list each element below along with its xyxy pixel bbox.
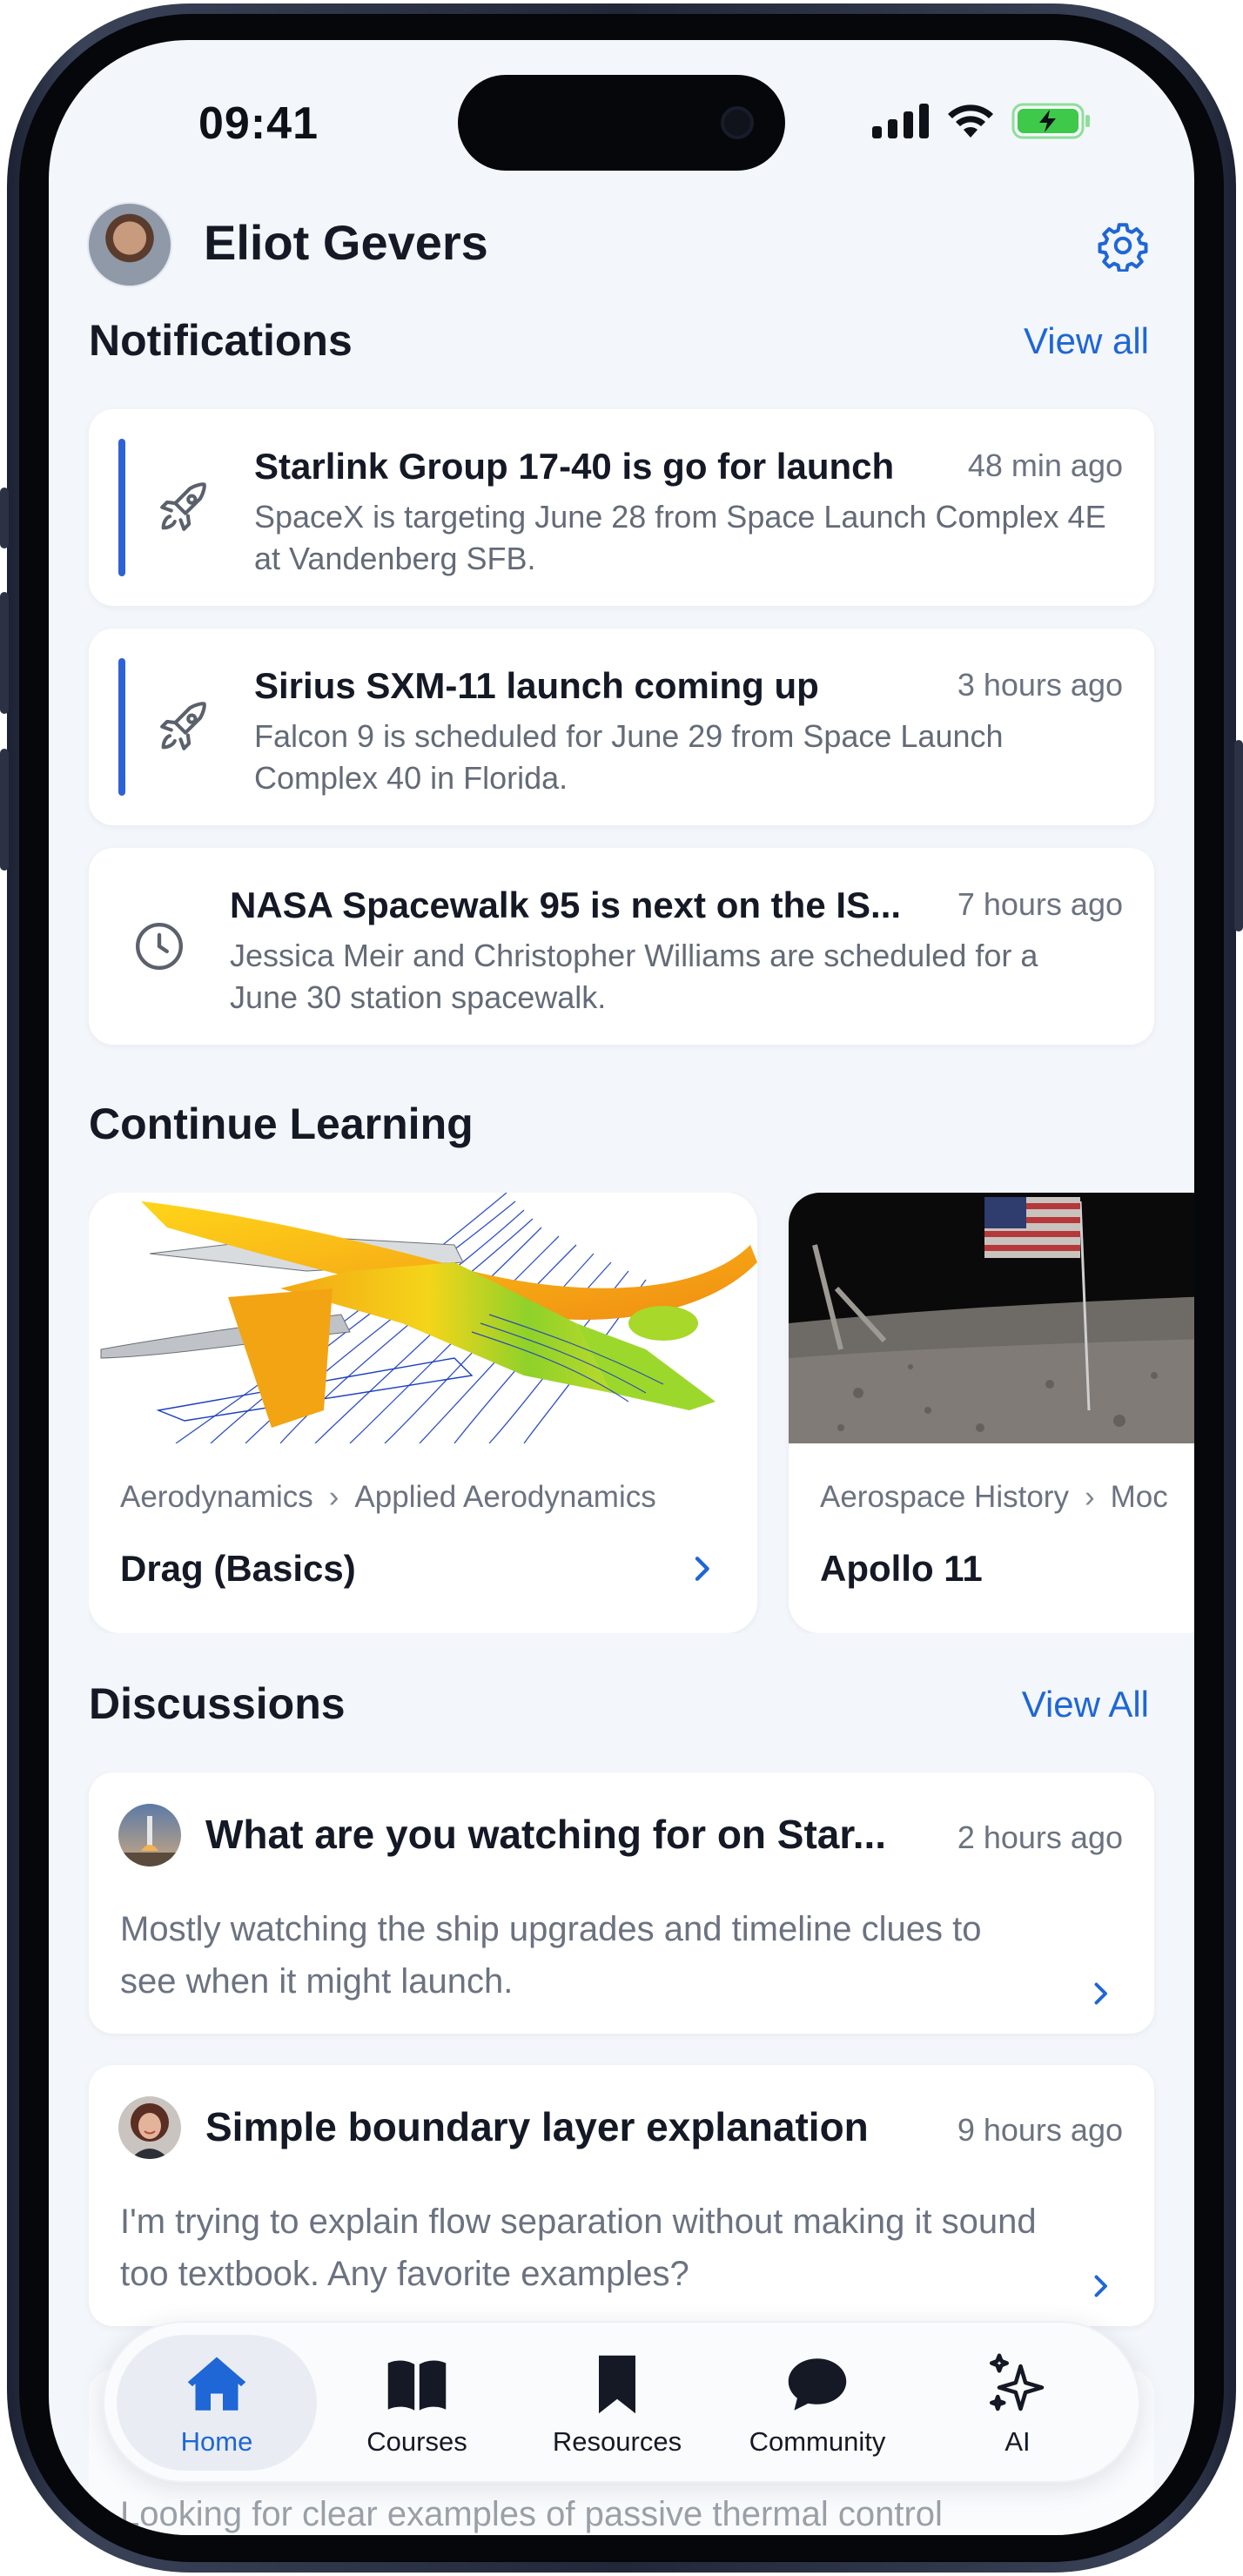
course-thumbnail (789, 1193, 1194, 1443)
dynamic-island (458, 75, 785, 171)
tab-label: AI (1004, 2426, 1031, 2457)
battery-icon (1011, 103, 1090, 139)
discussion-title: Simple boundary layer explanation (205, 2104, 869, 2149)
discussion-avatar (118, 1804, 181, 1866)
course-name: Apollo 11 (820, 1548, 983, 1589)
volume-down-button (0, 749, 9, 871)
chevron-right-icon: › (1084, 1480, 1095, 1514)
notification-card[interactable]: Sirius SXM-11 launch coming up 3 hours a… (89, 629, 1154, 825)
tab-home[interactable]: Home (117, 2335, 317, 2471)
notification-body: Jessica Meir and Christopher Williams ar… (230, 938, 1038, 1015)
tab-courses[interactable]: Courses (317, 2335, 517, 2471)
gear-icon[interactable] (1097, 219, 1149, 272)
wifi-icon (948, 104, 993, 138)
unread-indicator (118, 658, 125, 796)
course-category: Aerodynamics (120, 1480, 313, 1514)
notification-time: 3 hours ago (957, 667, 1123, 703)
discussion-body: Mostly watching the ship upgrades and ti… (120, 1910, 982, 2001)
discussions-title: Discussions (89, 1679, 346, 1728)
chevron-right-icon: › (328, 1480, 339, 1514)
notification-title: Sirius SXM-11 launch coming up (254, 665, 819, 706)
discussion-title: What are you watching for on Star... (205, 1812, 887, 1857)
bookmark-icon (599, 2355, 635, 2414)
home-icon (187, 2357, 246, 2411)
volume-up-button (0, 592, 9, 714)
continue-learning-title: Continue Learning (89, 1100, 474, 1148)
notification-body: SpaceX is targeting June 28 from Space L… (254, 499, 1106, 576)
user-name: Eliot Gevers (204, 215, 488, 270)
chat-bubble-icon (788, 2358, 847, 2411)
status-time: 09:41 (198, 98, 319, 149)
notifications-title: Notifications (89, 316, 353, 365)
status-icons (872, 103, 1092, 139)
unread-indicator (118, 439, 125, 576)
notification-body: Falcon 9 is scheduled for June 29 from S… (254, 718, 1004, 796)
course-subcategory: Moc (1110, 1480, 1168, 1514)
clock-icon (136, 923, 183, 970)
discussion-card[interactable]: What are you watching for on Star... 2 h… (89, 1772, 1154, 2034)
course-breadcrumb: Aerospace History › Moc (820, 1480, 1168, 1515)
discussion-time: 9 hours ago (957, 2112, 1123, 2148)
chevron-right-icon (1094, 1982, 1107, 2005)
rocket-icon (160, 482, 206, 531)
notification-title: NASA Spacewalk 95 is next on the IS... (230, 884, 902, 925)
course-subcategory: Applied Aerodynamics (354, 1480, 656, 1514)
signal-icon (872, 104, 929, 138)
discussion-avatar (118, 2096, 181, 2159)
discussions-view-all-link[interactable]: View All (1022, 1684, 1149, 1725)
notification-time: 7 hours ago (957, 886, 1123, 922)
chevron-right-icon (1094, 2275, 1107, 2297)
notification-time: 48 min ago (967, 447, 1123, 483)
profile-avatar[interactable] (87, 202, 172, 287)
action-button (0, 488, 9, 548)
tab-bar: Home Courses Resources Community AI (103, 2321, 1140, 2483)
notification-title: Starlink Group 17-40 is go for launch (254, 446, 895, 487)
tab-label: Resources (552, 2426, 682, 2457)
book-icon (387, 2360, 447, 2411)
sparkles-icon (989, 2353, 1045, 2411)
discussion-card[interactable]: Simple boundary layer explanation 9 hour… (89, 2065, 1154, 2326)
course-card[interactable]: Aerospace History › Moc Apollo 11 (789, 1193, 1194, 1633)
course-breadcrumb: Aerodynamics › Applied Aerodynamics (120, 1480, 656, 1515)
course-thumbnail (89, 1193, 757, 1443)
notification-card[interactable]: NASA Spacewalk 95 is next on the IS... 7… (89, 848, 1154, 1045)
tab-label: Home (180, 2426, 253, 2457)
course-name: Drag (Basics) (120, 1548, 356, 1589)
tab-label: Community (749, 2426, 886, 2457)
course-card[interactable]: Aerodynamics › Applied Aerodynamics Drag (… (89, 1193, 757, 1633)
app-screen: 09:41 Eliot Gevers Notifications View al… (49, 40, 1194, 2535)
course-category: Aerospace History (820, 1480, 1069, 1514)
chevron-right-icon (695, 1557, 709, 1581)
notifications-view-all-link[interactable]: View all (1024, 320, 1149, 362)
tab-resources[interactable]: Resources (517, 2335, 717, 2471)
tab-ai[interactable]: AI (917, 2335, 1118, 2471)
tab-community[interactable]: Community (717, 2335, 917, 2471)
power-button (1234, 740, 1243, 932)
discussion-body: I'm trying to explain flow separation wi… (120, 2203, 1037, 2293)
notification-card[interactable]: Starlink Group 17-40 is go for launch 48… (89, 409, 1154, 606)
rocket-icon (160, 702, 206, 750)
tab-label: Courses (366, 2426, 467, 2457)
course-carousel[interactable]: Aerodynamics › Applied Aerodynamics Drag (… (89, 1193, 1194, 1633)
discussion-time: 2 hours ago (957, 1819, 1123, 1855)
